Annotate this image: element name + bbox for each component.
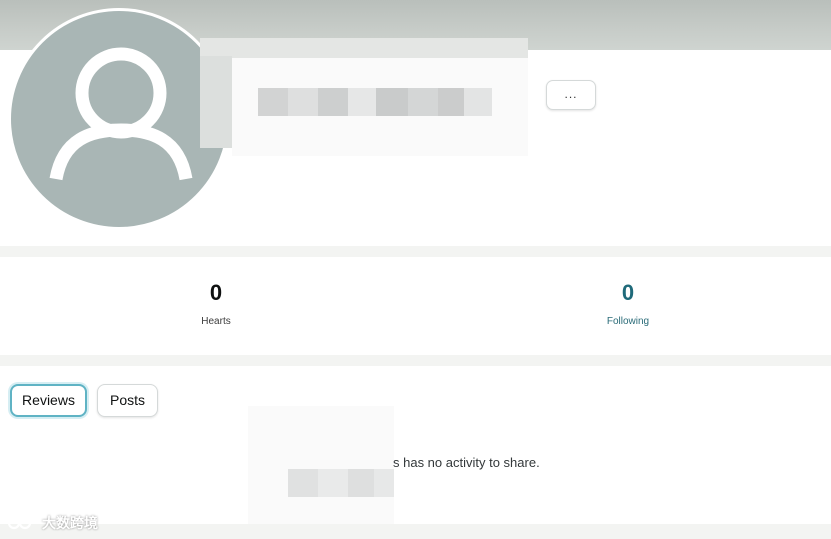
following-label: Following [606, 316, 650, 327]
hearts-count: 0 [209, 280, 223, 305]
empty-activity-message: s has no activity to share. [393, 455, 540, 470]
watermark-logo-icon [8, 516, 36, 530]
more-options-button[interactable]: ... [546, 80, 596, 110]
hearts-label: Hearts [201, 316, 231, 327]
profile-name-redacted [200, 38, 528, 156]
hearts-stat[interactable]: 0 Hearts [146, 279, 286, 328]
profile-avatar [8, 8, 230, 230]
tab-posts[interactable]: Posts [97, 384, 158, 417]
activity-card: Reviews Posts s has no activity to share… [0, 366, 831, 524]
default-user-icon [49, 47, 193, 181]
tab-reviews[interactable]: Reviews [10, 384, 87, 417]
watermark: 大数跨境 [8, 512, 98, 534]
username-redacted [248, 406, 394, 524]
watermark-text: 大数跨境 [42, 515, 98, 531]
following-stat[interactable]: 0 Following [558, 279, 698, 328]
following-count: 0 [621, 280, 635, 305]
profile-page: ... 0 Hearts 0 Following Reviews Posts s… [0, 0, 831, 539]
stats-card: 0 Hearts 0 Following [0, 257, 831, 355]
